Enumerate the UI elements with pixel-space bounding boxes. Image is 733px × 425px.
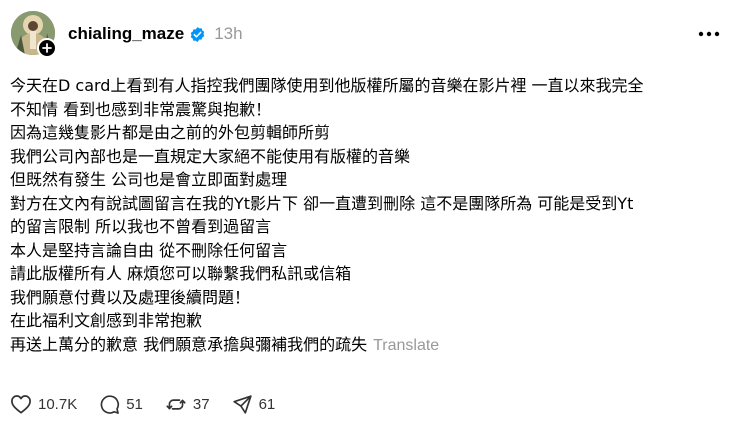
translate-link[interactable]: Translate [373,337,439,354]
post-header: chialing_maze 13h [68,21,243,47]
more-options-button[interactable] [697,24,721,44]
post-text-line: 再送上萬分的歉意 我們願意承擔與彌補我們的疏失 [10,334,368,354]
post-text-line: 今天在D card上看到有人指控我們團隊使用到他版權所屬的音樂在影片裡 一直以來… [10,76,644,95]
comment-icon [100,394,120,414]
verified-badge-icon [189,26,206,43]
thread-post: chialing_maze 13h 今天在D card上看到有人指控我們團隊使用… [0,0,733,425]
post-text-line: 因為這幾隻影片都是由之前的外包剪輯師所剪 [10,123,331,142]
like-count: 10.7K [38,395,78,413]
follow-button[interactable] [37,38,57,58]
send-icon [232,394,252,414]
post-text-line: 我們公司內部也是一直規定大家絕不能使用有版權的音樂 [10,146,411,166]
post-text-line: 但既然有發生 公司也是會立即面對處理 [10,170,288,189]
post-text-line: 在此福利文創感到非常抱歉 [10,311,203,330]
post-last-line: 再送上萬分的歉意 我們願意承擔與彌補我們的疏失 Translate [10,333,722,358]
username-link[interactable]: chialing_maze [68,24,184,44]
repost-icon [166,398,186,410]
post-text-line: 請此版權所有人 麻煩您可以聯繫我們私訊或信箱 [10,264,352,283]
post-text-line: 對方在文內有說試圖留言在我的Yt影片下 卻一直遭到刪除 這不是團隊所為 可能是受… [10,193,634,213]
plus-icon [42,43,52,53]
comment-button[interactable]: 51 [99,394,143,415]
comment-count: 51 [126,395,143,413]
repost-button[interactable]: 37 [165,394,210,415]
heart-icon [11,395,31,414]
more-horizontal-icon [698,31,720,37]
post-text-line: 我們願意付費以及處理後續問題！ [10,287,251,307]
post-body: 今天在D card上看到有人指控我們團隊使用到他版權所屬的音樂在影片裡 一直以來… [10,74,722,357]
post-text-line: 本人是堅持言論自由 從不刪除任何留言 [10,240,288,260]
share-button[interactable]: 61 [232,394,276,415]
share-count: 61 [258,395,276,413]
repost-count: 37 [192,395,210,413]
post-timestamp: 13h [214,24,243,43]
post-actions: 10.7K 51 37 61 [10,393,297,415]
post-text-line: 不知情 看到也感到非常震驚與抱歉！ [10,99,272,119]
post-text-line: 的留言限制 所以我也不曾看到過留言 [10,217,272,236]
like-button[interactable]: 10.7K [10,394,77,414]
